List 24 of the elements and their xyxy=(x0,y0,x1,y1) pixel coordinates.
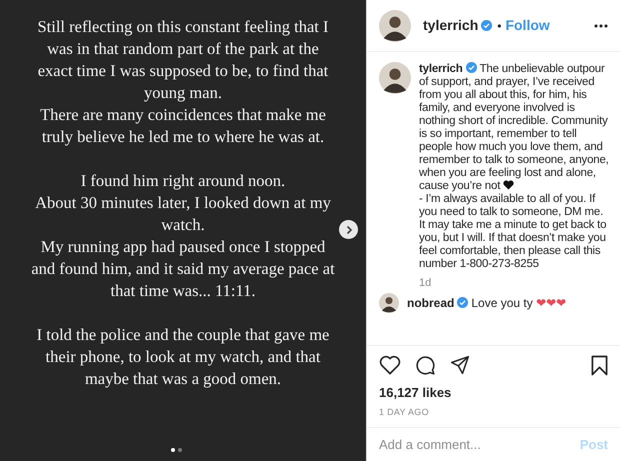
post-text: I told the police and the couple that gave me their phone, to look at my watch, and that maybe that was a good omen. xyxy=(36,324,330,390)
heart-icon xyxy=(503,180,514,190)
comment-text: nobread Love you ty ❤❤❤ xyxy=(407,296,566,310)
post-text: Still reflecting on this constant feeling that I was in that random part of the park at the exact time I was supposed to be, to find that young man. xyxy=(36,16,330,104)
caption-text: - I’m always available to all of you. If you need to talk to someone, DM me. It may take me a minute to get back to you, but I will. If that doesn’t make you feel comfortable, then please call this number 1-800-273-8255 xyxy=(419,193,608,271)
comment-icon[interactable] xyxy=(415,354,436,376)
next-button[interactable] xyxy=(339,220,358,239)
post-text: There are many coincidences that make me truly believe he led me to where he was at. xyxy=(39,104,327,148)
heart-icon[interactable] xyxy=(379,355,401,375)
post-text: My running app had paused once I stopped and found him, and it said my average pace at that time was... 11:11. xyxy=(30,236,336,302)
post-text: I found him right around noon. xyxy=(80,170,286,192)
bookmark-icon[interactable] xyxy=(591,354,608,376)
caption-text: tylerrich The unbelievable outpour of support, and prayer, I’ve received from you all about this, for him, his family, and everyone involved is nothing short of incredible. Community is so important, remember to tell people how much you love them, and remember to talk to someone, anyone, when you are feeling lost and alone, cause you’re not xyxy=(419,62,610,193)
avatar[interactable] xyxy=(379,62,411,94)
separator-dot: • xyxy=(497,18,502,34)
post-time: 1d xyxy=(419,277,432,289)
post-date: 1 DAY AGO xyxy=(379,406,430,418)
more-icon[interactable] xyxy=(594,24,608,28)
likes-count[interactable]: 16,127 likes xyxy=(379,383,608,402)
post-text: About 30 minutes later, I looked down at my watch. xyxy=(34,192,332,236)
share-icon[interactable] xyxy=(450,355,470,375)
avatar[interactable] xyxy=(379,293,399,313)
username[interactable]: tylerrich xyxy=(423,15,478,36)
avatar[interactable] xyxy=(379,10,411,42)
